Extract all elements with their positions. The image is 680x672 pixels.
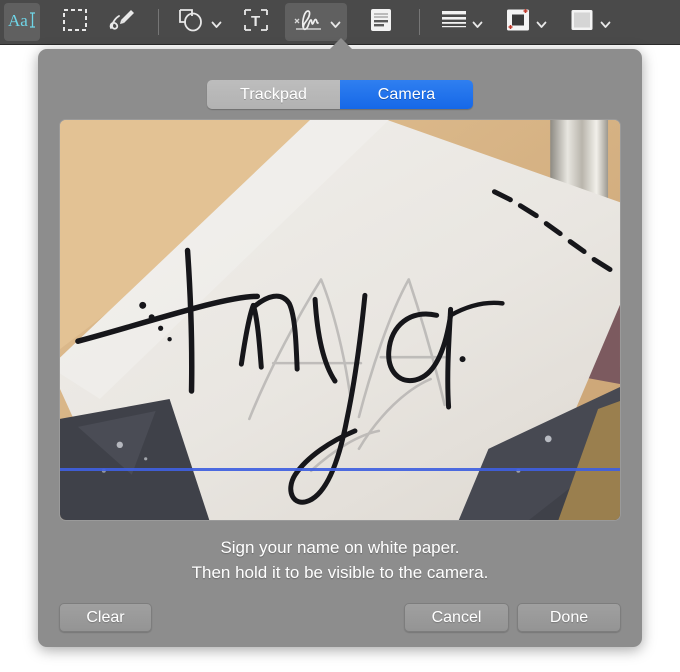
- signature-capture-popover: Trackpad Camera Sign your name on white …: [38, 49, 642, 647]
- done-button[interactable]: Done: [517, 603, 621, 632]
- capture-mode-segmented-control[interactable]: Trackpad Camera: [207, 80, 473, 109]
- toolbar-divider-1: [158, 9, 159, 35]
- chevron-down-icon[interactable]: [330, 17, 341, 28]
- signature-baseline-guide: [60, 468, 620, 471]
- marquee-selection-icon: [62, 8, 88, 37]
- signature-icon: [292, 7, 326, 38]
- svg-text:Aa: Aa: [8, 11, 28, 30]
- border-color-tool[interactable]: [496, 3, 554, 41]
- stroke-weight-tool[interactable]: [432, 3, 490, 41]
- text-box-icon: T: [242, 7, 270, 38]
- svg-text:T: T: [251, 13, 260, 30]
- signature-tool[interactable]: [285, 3, 347, 41]
- tab-camera[interactable]: Camera: [340, 80, 473, 109]
- sketch-pen-icon: [106, 7, 138, 38]
- note-icon: [368, 7, 394, 38]
- sketch-tool[interactable]: [98, 3, 146, 41]
- camera-preview: [59, 119, 621, 521]
- shapes-tool[interactable]: [171, 3, 227, 41]
- fill-color-icon: [568, 7, 596, 38]
- chevron-down-icon[interactable]: [536, 17, 547, 28]
- text-tool[interactable]: T: [233, 3, 279, 41]
- border-color-icon: [504, 7, 532, 38]
- instruction-line-2: Then hold it to be visible to the camera…: [191, 563, 489, 582]
- chevron-down-icon[interactable]: [472, 17, 483, 28]
- instruction-line-1: Sign your name on white paper.: [220, 538, 460, 557]
- toolbar-divider-2: [419, 9, 420, 35]
- instruction-text: Sign your name on white paper. Then hold…: [38, 535, 642, 585]
- shapes-icon: [177, 7, 207, 38]
- clear-button[interactable]: Clear: [59, 603, 152, 632]
- camera-feed-image: [60, 120, 620, 520]
- chevron-down-icon[interactable]: [600, 17, 611, 28]
- tab-trackpad[interactable]: Trackpad: [207, 80, 340, 109]
- chevron-down-icon[interactable]: [211, 17, 222, 28]
- rect-selection-tool[interactable]: [52, 3, 98, 41]
- text-selection-tool[interactable]: Aa: [4, 3, 40, 41]
- text-selection-icon: Aa: [7, 9, 37, 36]
- popover-arrow: [330, 38, 352, 49]
- cancel-button[interactable]: Cancel: [404, 603, 509, 632]
- stroke-weight-icon: [440, 7, 468, 38]
- note-tool[interactable]: [355, 3, 407, 41]
- fill-color-tool[interactable]: [560, 3, 618, 41]
